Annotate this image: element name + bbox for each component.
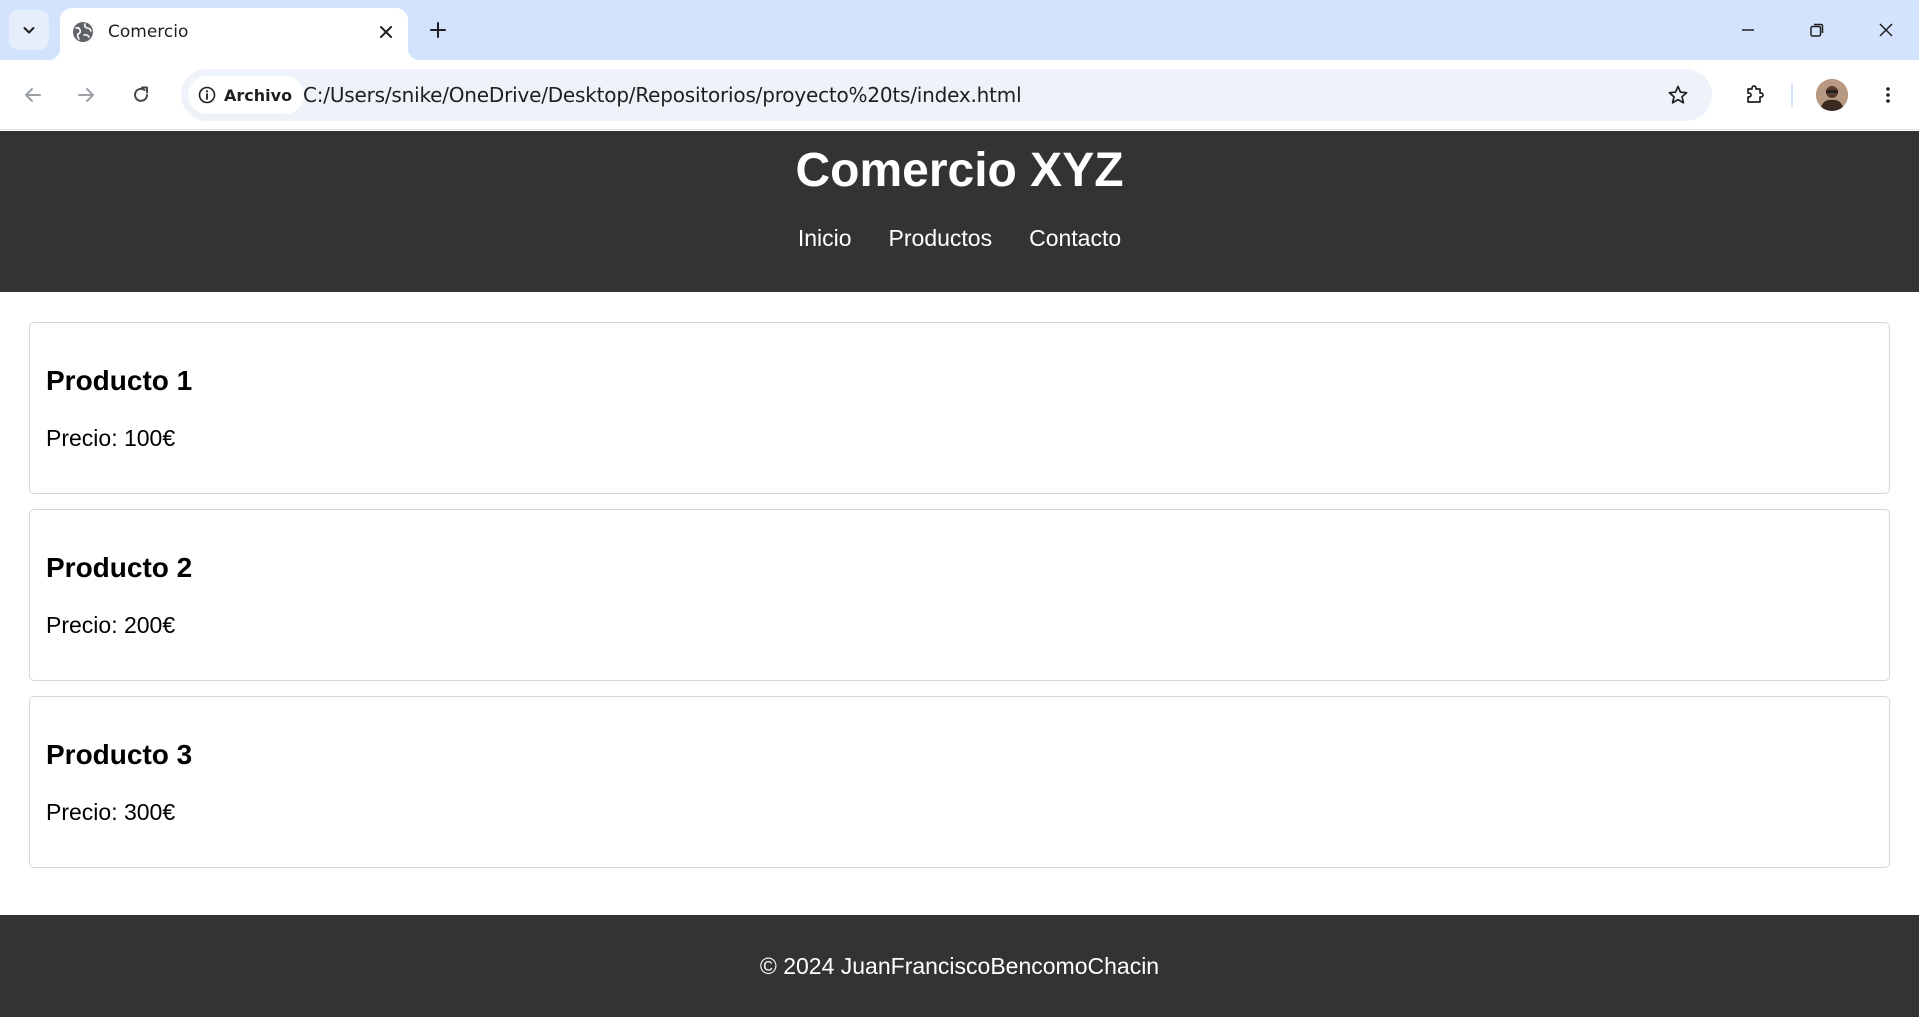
tab-title: Comercio bbox=[108, 22, 189, 42]
minimize-icon bbox=[1742, 29, 1754, 31]
bookmark-button[interactable] bbox=[1660, 77, 1696, 113]
product-card: Producto 2 Precio: 200€ bbox=[29, 509, 1890, 681]
site-info-chip[interactable]: Archivo bbox=[188, 76, 305, 114]
product-price: Precio: 100€ bbox=[46, 425, 176, 451]
tab-search-button[interactable] bbox=[9, 10, 49, 50]
window-restore-button[interactable] bbox=[1782, 0, 1852, 60]
restore-icon bbox=[1810, 23, 1824, 37]
product-name: Producto 2 bbox=[46, 552, 193, 583]
product-card: Producto 1 Precio: 100€ bbox=[29, 322, 1890, 494]
product-price: Precio: 200€ bbox=[46, 612, 176, 638]
star-icon bbox=[1668, 85, 1688, 104]
site-footer: © 2024 JuanFranciscoBencomoChacin bbox=[0, 915, 1919, 1017]
product-price: Precio: 300€ bbox=[46, 799, 176, 825]
arrow-left-icon bbox=[25, 88, 41, 102]
close-icon bbox=[380, 26, 392, 38]
puzzle-icon bbox=[1747, 85, 1764, 103]
close-icon bbox=[1879, 23, 1893, 37]
product-name: Producto 1 bbox=[46, 365, 193, 396]
kebab-menu-icon bbox=[1886, 87, 1890, 103]
nav-link-contacto[interactable]: Contacto bbox=[1029, 225, 1121, 252]
tab-close-button[interactable] bbox=[372, 18, 400, 46]
url-text[interactable]: C:/Users/snike/OneDrive/Desktop/Reposito… bbox=[303, 83, 1022, 107]
nav-link-inicio[interactable]: Inicio bbox=[798, 225, 852, 252]
arrow-right-icon bbox=[78, 88, 94, 102]
back-button[interactable] bbox=[13, 75, 53, 115]
nav-link-productos[interactable]: Productos bbox=[889, 225, 993, 252]
site-title: Comercio XYZ bbox=[795, 144, 1124, 197]
site-header: Comercio XYZ Inicio Productos Contacto bbox=[0, 131, 1919, 292]
reload-button[interactable] bbox=[121, 75, 161, 115]
product-card: Producto 3 Precio: 300€ bbox=[29, 696, 1890, 868]
extensions-button[interactable] bbox=[1735, 75, 1775, 115]
browser-toolbar: Archivo C:/Users/snike/OneDrive/Desktop/… bbox=[0, 60, 1919, 130]
browser-tabstrip: Comercio bbox=[0, 0, 1919, 60]
new-tab-button[interactable] bbox=[422, 14, 454, 46]
reload-icon bbox=[134, 86, 148, 102]
footer-copyright: © 2024 JuanFranciscoBencomoChacin bbox=[759, 953, 1160, 979]
window-minimize-button[interactable] bbox=[1713, 0, 1783, 60]
site-chip-label: Archivo bbox=[224, 85, 293, 105]
globe-icon bbox=[73, 22, 93, 42]
product-name: Producto 3 bbox=[46, 739, 193, 770]
forward-button[interactable] bbox=[66, 75, 106, 115]
site-nav: Inicio Productos Contacto bbox=[0, 225, 1919, 252]
chevron-down-icon bbox=[23, 27, 35, 34]
toolbar-divider bbox=[1791, 83, 1793, 107]
browser-tab-active[interactable]: Comercio bbox=[48, 8, 420, 60]
avatar-icon bbox=[1816, 79, 1848, 111]
info-icon bbox=[198, 86, 216, 104]
plus-icon bbox=[430, 22, 446, 38]
address-bar[interactable]: Archivo C:/Users/snike/OneDrive/Desktop/… bbox=[181, 69, 1712, 121]
profile-avatar[interactable] bbox=[1816, 79, 1848, 111]
window-close-button[interactable] bbox=[1851, 0, 1919, 60]
browser-menu-button[interactable] bbox=[1868, 75, 1908, 115]
